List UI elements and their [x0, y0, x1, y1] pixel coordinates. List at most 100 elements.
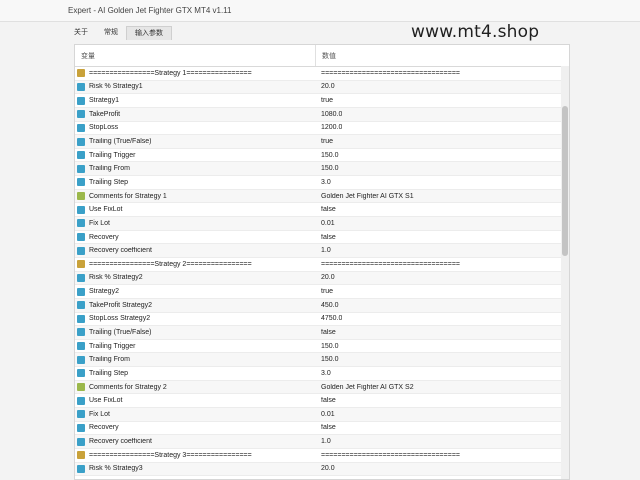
scrollbar-thumb[interactable] [562, 106, 568, 256]
value-cell[interactable]: false [316, 206, 336, 213]
column-header-variable[interactable]: 变量 [75, 45, 316, 66]
value-cell[interactable]: 20.0 [316, 465, 335, 472]
table-body: ================Strategy 1==============… [75, 67, 569, 477]
value-cell[interactable]: 0.01 [316, 411, 335, 418]
value-cell[interactable]: 20.0 [316, 274, 335, 281]
variable-name: Risk % Strategy1 [89, 83, 143, 91]
column-header-value[interactable]: 数值 [316, 51, 336, 61]
string-icon [77, 192, 85, 201]
table-row[interactable]: Strategy2 true [75, 285, 569, 299]
table-row[interactable]: Trailing Step 3.0 [75, 367, 569, 381]
variable-cell: Risk % Strategy1 [75, 82, 316, 91]
value-cell[interactable]: true [316, 138, 333, 145]
variable-cell: TakeProfit [75, 110, 316, 119]
value-cell[interactable]: 150.0 [316, 152, 339, 159]
value-cell[interactable]: 1080.0 [316, 111, 342, 118]
bool-icon [77, 137, 85, 146]
bool-icon [77, 96, 85, 105]
table-row[interactable]: Strategy1 true [75, 94, 569, 108]
value-cell[interactable]: ================================== [316, 70, 460, 77]
number-icon [77, 464, 85, 473]
tab-common[interactable]: 常规 [96, 26, 126, 40]
table-row[interactable]: Use FixLot false [75, 203, 569, 218]
variable-name: Comments for Strategy 1 [89, 192, 167, 200]
tab-inputs[interactable]: 输入参数 [126, 26, 172, 40]
table-row[interactable]: Trailing (True/False) false [75, 326, 569, 340]
table-row[interactable]: TakeProfit Strategy2 450.0 [75, 298, 569, 313]
table-row[interactable]: ================Strategy 2==============… [75, 258, 569, 272]
variable-name: Trailing Step [89, 369, 129, 377]
value-cell[interactable]: true [316, 288, 333, 295]
value-cell[interactable]: true [316, 97, 333, 104]
table-row[interactable]: Risk % Strategy3 20.0 [75, 462, 569, 477]
table-row[interactable]: StopLoss Strategy2 4750.0 [75, 313, 569, 327]
table-row[interactable]: Recovery coefficient 1.0 [75, 244, 569, 258]
variable-name: Recovery coefficient [89, 247, 152, 255]
table-row[interactable]: Recovery coefficient 1.0 [75, 435, 569, 449]
value-cell[interactable]: 20.0 [316, 83, 335, 90]
value-cell[interactable]: Golden Jet Fighter AI GTX S2 [316, 384, 414, 391]
table-row[interactable]: ================Strategy 1==============… [75, 67, 569, 81]
table-row[interactable]: TakeProfit 1080.0 [75, 107, 569, 122]
tab-about[interactable]: 关于 [66, 26, 96, 40]
value-cell[interactable]: 1.0 [316, 247, 331, 254]
value-cell[interactable]: false [316, 397, 336, 404]
value-cell[interactable]: false [316, 329, 336, 336]
variable-cell: Use FixLot [75, 396, 316, 405]
table-row[interactable]: Recovery false [75, 422, 569, 436]
value-cell[interactable]: false [316, 234, 336, 241]
value-cell[interactable]: 150.0 [316, 165, 339, 172]
value-cell[interactable]: ================================== [316, 452, 460, 459]
variable-cell: ================Strategy 3==============… [75, 451, 316, 460]
variable-name: Recovery [89, 424, 119, 432]
bool-icon [77, 328, 85, 337]
table-row[interactable]: Trailing From 150.0 [75, 162, 569, 177]
variable-cell: Trailing Trigger [75, 342, 316, 351]
value-cell[interactable]: 1200.0 [316, 124, 342, 131]
table-row[interactable]: Recovery false [75, 231, 569, 245]
table-row[interactable]: ================Strategy 3==============… [75, 449, 569, 463]
table-row[interactable]: Trailing Trigger 150.0 [75, 340, 569, 354]
table-row[interactable]: Risk % Strategy2 20.0 [75, 271, 569, 286]
table-row[interactable]: Trailing Trigger 150.0 [75, 149, 569, 163]
bool-icon [77, 233, 85, 241]
table-row[interactable]: Trailing From 150.0 [75, 353, 569, 368]
variable-name: ================Strategy 1==============… [89, 69, 252, 77]
value-cell[interactable]: Golden Jet Fighter AI GTX S1 [316, 193, 414, 200]
value-cell[interactable]: false [316, 424, 336, 431]
value-cell[interactable]: 150.0 [316, 343, 339, 350]
table-row[interactable]: Fix Lot 0.01 [75, 217, 569, 231]
table-row[interactable]: Trailing (True/False) true [75, 135, 569, 149]
value-cell[interactable]: 0.01 [316, 220, 335, 227]
value-cell[interactable]: 1.0 [316, 438, 331, 445]
window-title: Expert - AI Golden Jet Fighter GTX MT4 v… [68, 6, 232, 15]
variable-name: Trailing From [89, 165, 130, 173]
table-row[interactable]: StopLoss 1200.0 [75, 122, 569, 136]
variable-name: Fix Lot [89, 219, 111, 227]
table-row[interactable]: Fix Lot 0.01 [75, 408, 569, 422]
variable-cell: StopLoss Strategy2 [75, 314, 316, 323]
table-row[interactable]: Use FixLot false [75, 394, 569, 409]
number-icon [77, 342, 85, 351]
value-cell[interactable]: 3.0 [316, 179, 331, 186]
variable-cell: Strategy1 [75, 96, 316, 105]
variable-cell: Trailing (True/False) [75, 137, 316, 146]
vertical-scrollbar[interactable] [561, 66, 569, 479]
variable-cell: Trailing Step [75, 369, 316, 378]
value-cell[interactable]: 150.0 [316, 356, 339, 363]
variable-cell: Strategy2 [75, 287, 316, 296]
table-row[interactable]: Risk % Strategy1 20.0 [75, 80, 569, 95]
value-cell[interactable]: ================================== [316, 261, 460, 268]
table-row[interactable]: Trailing Step 3.0 [75, 176, 569, 190]
variable-cell: Trailing Trigger [75, 151, 316, 160]
table-row[interactable]: Comments for Strategy 2 Golden Jet Fighte… [75, 380, 569, 395]
value-cell[interactable]: 450.0 [316, 302, 339, 309]
variable-cell: TakeProfit Strategy2 [75, 301, 316, 310]
variable-name: StopLoss [89, 124, 119, 132]
value-cell[interactable]: 4750.0 [316, 315, 342, 322]
bool-icon [77, 423, 85, 432]
value-cell[interactable]: 3.0 [316, 370, 331, 377]
table-row[interactable]: Comments for Strategy 1 Golden Jet Fighte… [75, 189, 569, 204]
number-icon [77, 82, 85, 91]
variable-name: Comments for Strategy 2 [89, 383, 167, 391]
